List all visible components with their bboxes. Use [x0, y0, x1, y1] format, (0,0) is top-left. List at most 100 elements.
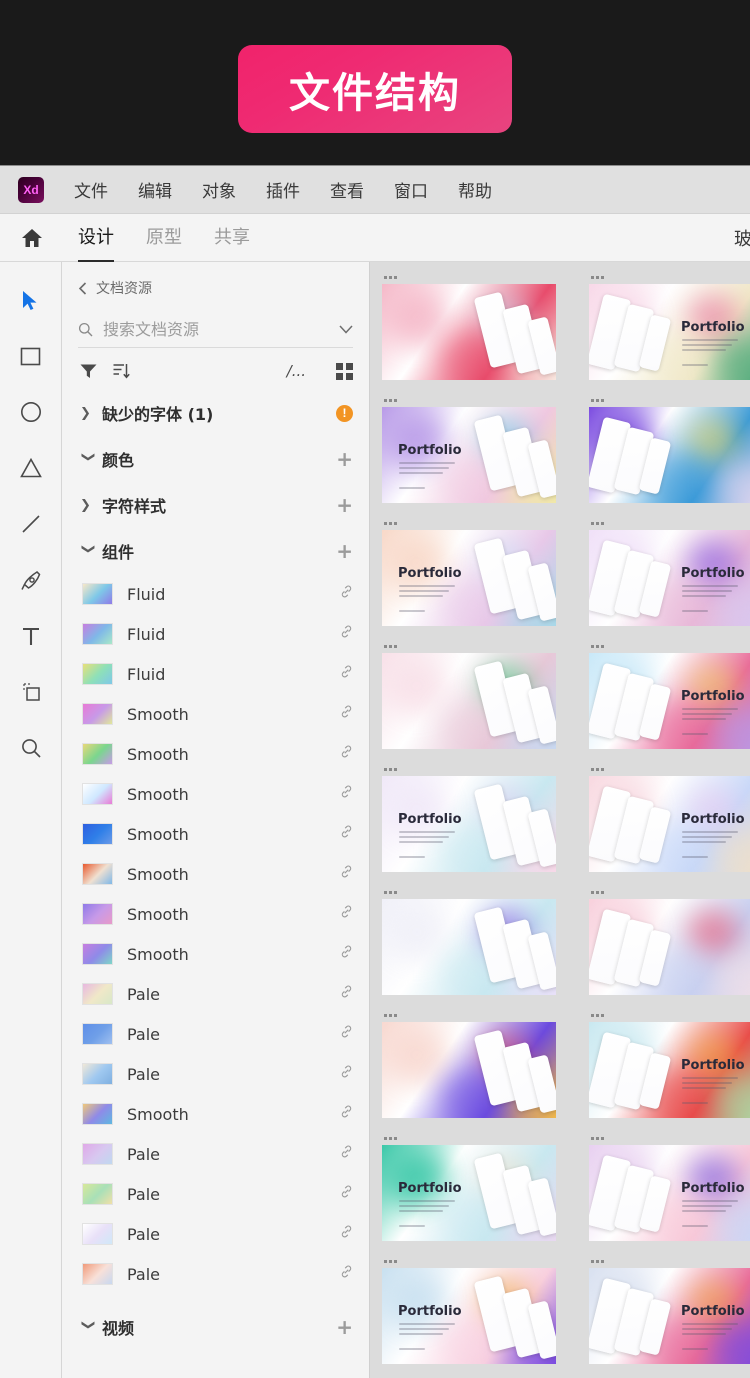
section-colors[interactable]: ❯ 颜色 +	[62, 436, 369, 482]
component-item[interactable]: Smooth	[62, 1094, 369, 1134]
menu-item-view[interactable]: 查看	[330, 177, 364, 202]
link-icon[interactable]	[340, 785, 353, 803]
grid-view-icon[interactable]	[336, 362, 353, 380]
artboard-options-icon[interactable]	[589, 885, 750, 899]
link-icon[interactable]	[340, 825, 353, 843]
component-item[interactable]: Smooth	[62, 894, 369, 934]
section-missing-fonts[interactable]: ❯ 缺少的字体 (1) !	[62, 390, 369, 436]
menu-item-object[interactable]: 对象	[202, 177, 236, 202]
component-item[interactable]: Pale	[62, 974, 369, 1014]
component-item[interactable]: Smooth	[62, 694, 369, 734]
line-tool[interactable]	[11, 504, 51, 544]
section-character-styles[interactable]: ❯ 字符样式 +	[62, 482, 369, 528]
artboard-options-icon[interactable]	[589, 270, 750, 284]
component-item[interactable]: Fluid	[62, 614, 369, 654]
design-canvas[interactable]: Portfolio Portfolio Portfolio Portfolio Port…	[370, 262, 750, 1378]
artboard-options-icon[interactable]	[382, 1131, 556, 1145]
add-character-style-button[interactable]: +	[336, 495, 353, 515]
tab-prototype[interactable]: 原型	[146, 223, 182, 252]
tab-design[interactable]: 设计	[78, 223, 114, 263]
link-icon[interactable]	[340, 905, 353, 923]
rectangle-tool[interactable]	[11, 336, 51, 376]
artboard-12[interactable]	[589, 899, 750, 995]
link-icon[interactable]	[340, 1145, 353, 1163]
menu-item-window[interactable]: 窗口	[394, 177, 428, 202]
link-icon[interactable]	[340, 1065, 353, 1083]
artboard-8[interactable]: Portfolio	[589, 653, 750, 749]
artboard-17[interactable]: Portfolio	[382, 1268, 556, 1364]
artboard-1[interactable]	[382, 284, 556, 380]
menu-item-help[interactable]: 帮助	[458, 177, 492, 202]
artboard-options-icon[interactable]	[589, 393, 750, 407]
artboard-6[interactable]: Portfolio	[589, 530, 750, 626]
polygon-tool[interactable]	[11, 448, 51, 488]
artboard-options-icon[interactable]	[589, 762, 750, 776]
component-item[interactable]: Pale	[62, 1214, 369, 1254]
artboard-9[interactable]: Portfolio	[382, 776, 556, 872]
menu-item-edit[interactable]: 编辑	[138, 177, 172, 202]
component-item[interactable]: Fluid	[62, 654, 369, 694]
component-item[interactable]: Smooth	[62, 814, 369, 854]
artboard-options-icon[interactable]	[589, 1131, 750, 1145]
artboard-2[interactable]: Portfolio	[589, 284, 750, 380]
filter-icon[interactable]	[80, 363, 97, 379]
component-item[interactable]: Pale	[62, 1054, 369, 1094]
menu-item-file[interactable]: 文件	[74, 177, 108, 202]
link-icon[interactable]	[340, 625, 353, 643]
component-item[interactable]: Fluid	[62, 574, 369, 614]
artboard-tool[interactable]	[11, 672, 51, 712]
zoom-tool[interactable]	[11, 728, 51, 768]
link-icon[interactable]	[340, 1025, 353, 1043]
component-item[interactable]: Pale	[62, 1254, 369, 1294]
artboard-11[interactable]	[382, 899, 556, 995]
artboard-options-icon[interactable]	[382, 270, 556, 284]
artboard-options-icon[interactable]	[382, 393, 556, 407]
artboard-options-icon[interactable]	[382, 885, 556, 899]
link-icon[interactable]	[340, 865, 353, 883]
section-components[interactable]: ❯ 组件 +	[62, 528, 369, 574]
component-item[interactable]: Smooth	[62, 854, 369, 894]
link-icon[interactable]	[340, 1185, 353, 1203]
artboard-options-icon[interactable]	[589, 639, 750, 653]
link-icon[interactable]	[340, 1225, 353, 1243]
tab-share[interactable]: 共享	[214, 223, 250, 252]
link-icon[interactable]	[340, 1105, 353, 1123]
add-component-button[interactable]: +	[336, 541, 353, 561]
artboard-3[interactable]: Portfolio	[382, 407, 556, 503]
artboard-options-icon[interactable]	[589, 1254, 750, 1268]
artboard-15[interactable]: Portfolio	[382, 1145, 556, 1241]
pen-tool[interactable]	[11, 560, 51, 600]
component-item[interactable]: Smooth	[62, 734, 369, 774]
text-tool[interactable]	[11, 616, 51, 656]
component-item[interactable]: Smooth	[62, 934, 369, 974]
artboard-4[interactable]	[589, 407, 750, 503]
artboard-options-icon[interactable]	[589, 1008, 750, 1022]
artboard-options-icon[interactable]	[382, 516, 556, 530]
link-icon[interactable]	[340, 985, 353, 1003]
artboard-options-icon[interactable]	[382, 639, 556, 653]
add-color-button[interactable]: +	[336, 449, 353, 469]
component-item[interactable]: Pale	[62, 1014, 369, 1054]
select-tool[interactable]	[11, 280, 51, 320]
artboard-options-icon[interactable]	[382, 1008, 556, 1022]
component-item[interactable]: Pale	[62, 1174, 369, 1214]
artboard-14[interactable]: Portfolio	[589, 1022, 750, 1118]
menu-item-plugins[interactable]: 插件	[266, 177, 300, 202]
artboard-options-icon[interactable]	[589, 516, 750, 530]
artboard-18[interactable]: Portfolio	[589, 1268, 750, 1364]
home-icon[interactable]	[18, 228, 46, 248]
link-icon[interactable]	[340, 745, 353, 763]
ellipse-tool[interactable]	[11, 392, 51, 432]
component-item[interactable]: Pale	[62, 1134, 369, 1174]
artboard-options-icon[interactable]	[382, 1254, 556, 1268]
section-video[interactable]: ❯ 视频 +	[62, 1304, 369, 1350]
artboard-5[interactable]: Portfolio	[382, 530, 556, 626]
link-icon[interactable]	[340, 665, 353, 683]
assets-back-button[interactable]: 文档资源	[62, 262, 369, 306]
link-icon[interactable]	[340, 585, 353, 603]
chevron-down-icon[interactable]	[339, 325, 353, 334]
artboard-13[interactable]	[382, 1022, 556, 1118]
artboard-7[interactable]	[382, 653, 556, 749]
sort-icon[interactable]	[113, 363, 130, 379]
add-video-button[interactable]: +	[336, 1317, 353, 1337]
